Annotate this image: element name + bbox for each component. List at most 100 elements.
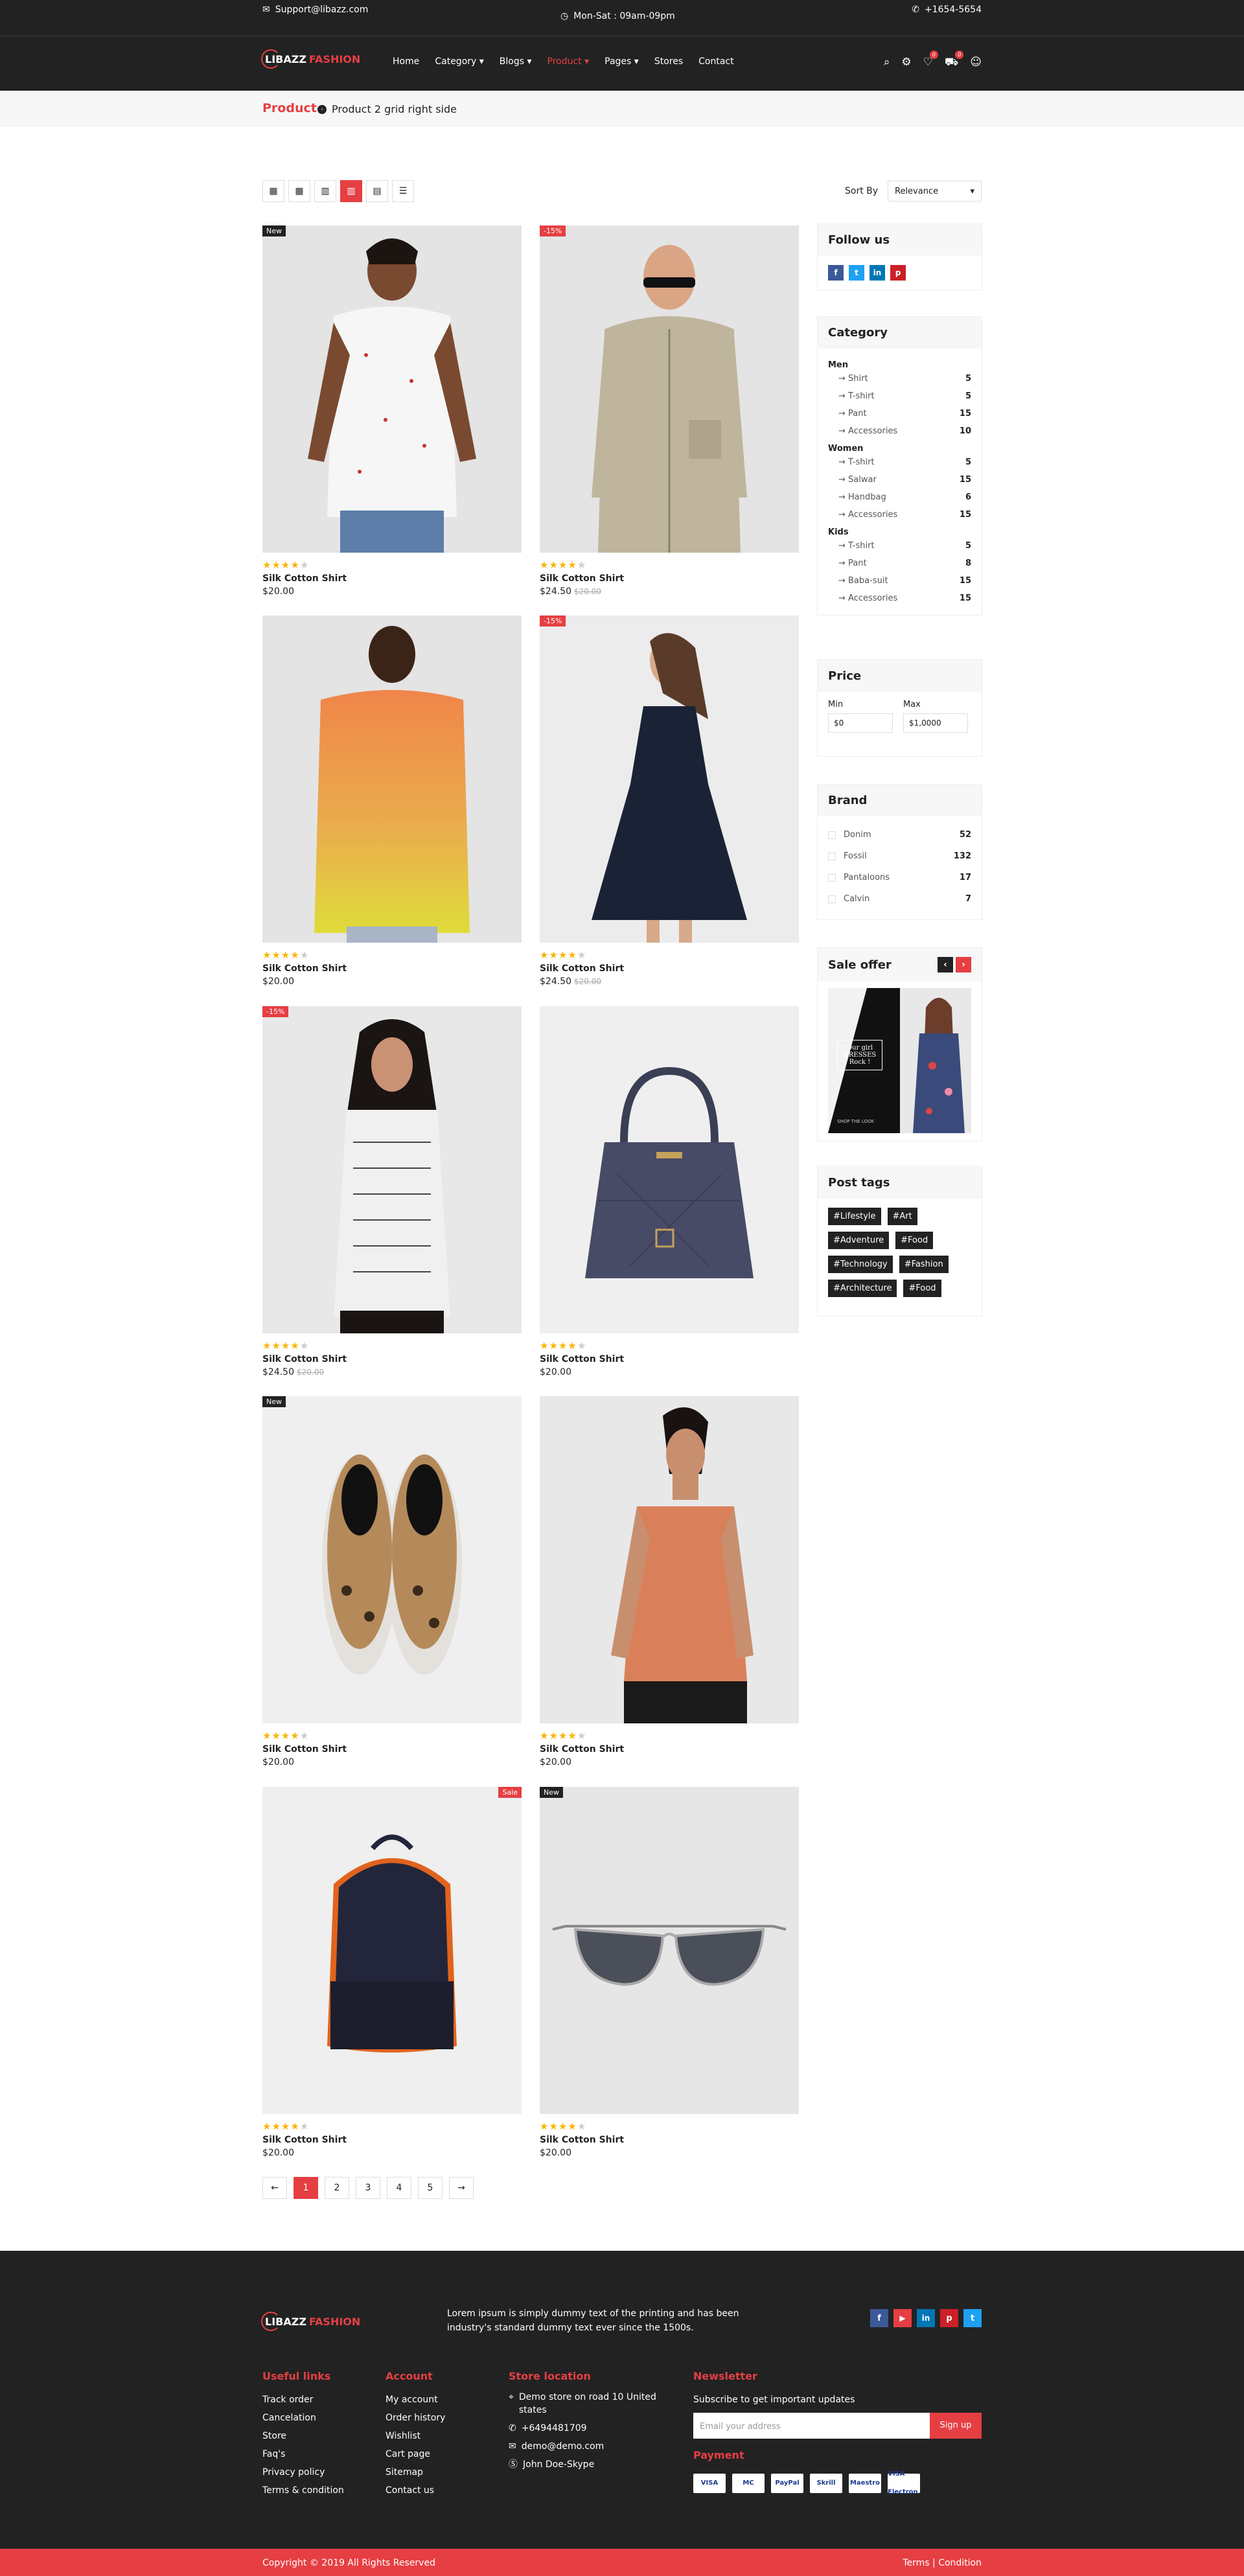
product-image[interactable]: Sale [262, 1787, 522, 2114]
footer-link[interactable]: Wishlist [386, 2427, 445, 2445]
product-name[interactable]: Silk Cotton Shirt [540, 1744, 799, 1754]
nav-stores[interactable]: Stores [654, 56, 683, 67]
newsletter-input[interactable]: Email your address [693, 2413, 930, 2439]
cart-icon[interactable]: ⛟ 0 [945, 51, 964, 70]
checkbox[interactable] [828, 895, 836, 903]
signup-button[interactable]: Sign up [930, 2413, 982, 2439]
product-image[interactable]: -15% [540, 615, 799, 943]
product-card[interactable]: Sale ★★★★★ Silk Cotton Shirt $20.00 [262, 1787, 522, 2158]
footer-link[interactable]: Terms & condition [262, 2481, 344, 2500]
product-card[interactable]: New ★★★★★ Silk Cotton Shirt $20.00 [262, 1396, 522, 1767]
category-item[interactable]: → Shirt 5 [828, 370, 971, 387]
product-card[interactable]: -15% ★★★★★ Silk Cotton Shirt $24.50 $20.00 [540, 225, 799, 597]
category-item[interactable]: → Accessories 10 [828, 422, 971, 440]
product-name[interactable]: Silk Cotton Shirt [540, 1354, 799, 1364]
category-item[interactable]: → T-shirt 5 [828, 537, 971, 555]
search-icon[interactable]: ⌕ [884, 56, 890, 70]
pinterest-icon[interactable]: p [890, 265, 906, 281]
footer-link[interactable]: Sitemap [386, 2463, 445, 2481]
terms-link[interactable]: Terms | Condition [903, 2558, 982, 2568]
post-tag[interactable]: #Fashion [899, 1256, 949, 1273]
heart-icon[interactable]: ♡ 0 [923, 51, 938, 70]
product-image[interactable]: New [262, 225, 522, 553]
page-link[interactable]: 2 [325, 2177, 349, 2199]
post-tag[interactable]: #Technology [828, 1256, 893, 1273]
category-item[interactable]: → Pant 8 [828, 555, 971, 572]
post-tag[interactable]: #Art [887, 1208, 917, 1225]
post-tag[interactable]: #Food [895, 1232, 934, 1249]
grid-4-icon[interactable]: ▦ [288, 180, 310, 202]
footer-link[interactable]: Privacy policy [262, 2463, 344, 2481]
brand-item[interactable]: Donim 52 [828, 824, 971, 845]
product-image[interactable]: -15% [540, 225, 799, 553]
category-item[interactable]: → T-shirt 5 [828, 387, 971, 405]
checkbox[interactable] [828, 831, 836, 839]
product-image[interactable]: -15% [262, 1006, 522, 1333]
nav-product[interactable]: Product ▾ [547, 56, 590, 67]
product-card[interactable]: New ★★★★★ Silk Cotton Shirt $20.00 [262, 225, 522, 597]
brand-item[interactable]: Pantaloons 17 [828, 867, 971, 888]
product-image[interactable] [540, 1396, 799, 1723]
max-price-input[interactable]: $1,0000 [903, 713, 968, 733]
product-name[interactable]: Silk Cotton Shirt [262, 2135, 522, 2145]
sort-select[interactable]: Relevance ▾ [888, 181, 982, 201]
checkbox[interactable] [828, 873, 836, 882]
nav-blogs[interactable]: Blogs ▾ [500, 56, 532, 67]
user-icon[interactable]: ☺ [970, 56, 982, 70]
category-item[interactable]: → Baba-suit 15 [828, 572, 971, 590]
facebook-icon[interactable]: f [870, 2309, 888, 2327]
checkbox[interactable] [828, 852, 836, 860]
category-item[interactable]: → T-shirt 5 [828, 454, 971, 471]
footer-link[interactable]: Order history [386, 2409, 445, 2427]
product-image[interactable]: New [262, 1396, 522, 1723]
linkedin-icon[interactable]: in [870, 265, 885, 281]
product-image[interactable]: New [540, 1787, 799, 2114]
store-phone[interactable]: +6494481709 [522, 2419, 587, 2437]
category-item[interactable]: → Salwar 15 [828, 471, 971, 489]
category-item[interactable]: → Accessories 15 [828, 590, 971, 607]
product-card[interactable]: -15% ★★★★★ Silk Cotton Shirt $24.50 $20.00 [540, 615, 799, 987]
linkedin-icon[interactable]: in [917, 2309, 935, 2327]
category-item[interactable]: → Pant 15 [828, 405, 971, 422]
product-name[interactable]: Silk Cotton Shirt [262, 573, 522, 584]
list-icon[interactable]: ☰ [392, 180, 414, 202]
store-skype[interactable]: John Doe-Skype [523, 2455, 594, 2474]
footer-link[interactable]: Store [262, 2427, 344, 2445]
twitter-icon[interactable]: t [963, 2309, 982, 2327]
footer-link[interactable]: Track order [262, 2391, 344, 2409]
post-tag[interactable]: #Architecture [828, 1280, 897, 1297]
twitter-icon[interactable]: t [849, 265, 864, 281]
category-item[interactable]: → Handbag 6 [828, 489, 971, 506]
product-name[interactable]: Silk Cotton Shirt [540, 2135, 799, 2145]
page-link[interactable]: 4 [387, 2177, 411, 2199]
product-name[interactable]: Silk Cotton Shirt [262, 963, 522, 974]
nav-home[interactable]: Home [393, 56, 419, 67]
grid-5-icon[interactable]: ▦ [262, 180, 284, 202]
support-email[interactable]: Support@libazz.com [275, 5, 369, 15]
nav-pages[interactable]: Pages ▾ [605, 56, 639, 67]
next-page-icon[interactable]: → [449, 2177, 474, 2199]
product-image[interactable] [262, 615, 522, 943]
product-card[interactable]: New ★★★★★ Silk Cotton Shirt $20.00 [540, 1787, 799, 2158]
prev-page-icon[interactable]: ← [262, 2177, 287, 2199]
product-name[interactable]: Silk Cotton Shirt [262, 1744, 522, 1754]
sale-banner[interactable]: Our girl DRESSES Rock ! SHOP THE LOOK [828, 988, 971, 1133]
pinterest-icon[interactable]: p [940, 2309, 958, 2327]
grid-list-icon[interactable]: ▤ [366, 180, 388, 202]
footer-link[interactable]: Cart page [386, 2445, 445, 2463]
category-item[interactable]: → Accessories 15 [828, 506, 971, 523]
nav-contact[interactable]: Contact [698, 56, 733, 67]
page-link[interactable]: 3 [356, 2177, 380, 2199]
gear-icon[interactable]: ⚙ [901, 56, 911, 70]
post-tag[interactable]: #Lifestyle [828, 1208, 881, 1225]
logo[interactable]: LIBAZZ FASHION [261, 49, 360, 69]
product-card[interactable]: ★★★★★ Silk Cotton Shirt $20.00 [540, 1006, 799, 1377]
product-image[interactable] [540, 1006, 799, 1333]
product-card[interactable]: -15% ★★★★★ Silk Cotton Shirt $24.50 $20.00 [262, 1006, 522, 1377]
prev-icon[interactable]: ‹ [938, 957, 953, 972]
brand-item[interactable]: Fossil 132 [828, 845, 971, 867]
post-tag[interactable]: #Adventure [828, 1232, 890, 1249]
footer-link[interactable]: Cancelation [262, 2409, 344, 2427]
footer-link[interactable]: Faq's [262, 2445, 344, 2463]
min-price-input[interactable]: $0 [828, 713, 893, 733]
